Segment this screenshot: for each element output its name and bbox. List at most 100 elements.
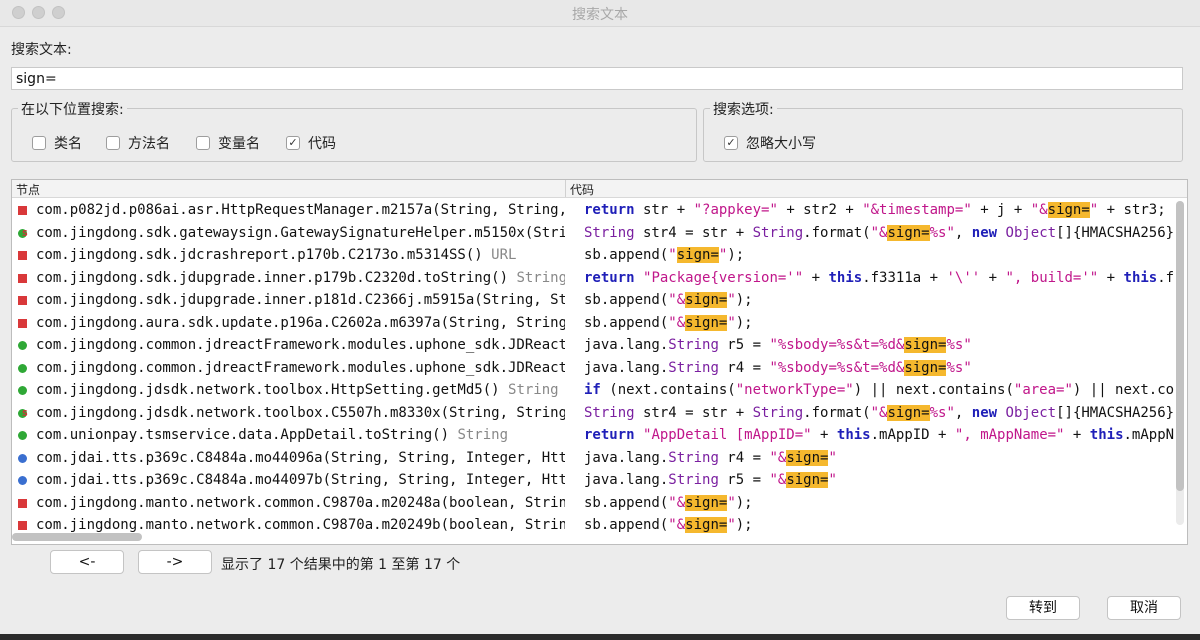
code-token: r5 = <box>718 337 770 353</box>
code-token: + <box>980 269 1006 286</box>
result-row[interactable]: com.jingdong.sdk.jdupgrade.inner.p179b.C… <box>12 267 1174 290</box>
column-header-node[interactable]: 节点 <box>16 181 40 198</box>
method-name-checkbox[interactable] <box>106 136 120 150</box>
code-token: %s" <box>946 359 972 376</box>
option-code[interactable]: ✓ 代码 <box>286 133 336 153</box>
match-highlight: sign= <box>676 247 719 263</box>
search-input[interactable] <box>11 67 1183 90</box>
result-node-text: com.jingdong.jdsdk.network.toolbox.HttpS… <box>36 382 559 398</box>
code-token: String <box>668 472 719 488</box>
code-token: "& <box>769 449 787 466</box>
horizontal-scroll-thumb[interactable] <box>12 533 142 541</box>
result-row[interactable]: com.jingdong.aura.sdk.update.p196a.C2602… <box>12 312 1172 335</box>
code-token: java.lang. <box>584 359 669 376</box>
code-token: java.lang. <box>584 449 669 466</box>
code-token: new <box>971 224 998 241</box>
code-checkbox[interactable]: ✓ <box>286 136 300 150</box>
class-name-checkbox[interactable] <box>32 136 46 150</box>
search-location-title: 在以下位置搜索: <box>18 99 127 119</box>
result-node-cell: com.jingdong.jdsdk.network.toolbox.HttpS… <box>12 379 565 402</box>
code-label: 代码 <box>308 136 336 152</box>
result-row[interactable]: com.jdai.tts.p369c.C8484a.mo44097b(Strin… <box>12 469 1172 492</box>
result-row[interactable]: com.jingdong.sdk.jdupgrade.inner.p181d.C… <box>12 289 1172 312</box>
code-token: .mAppID + <box>870 427 955 443</box>
code-token: "Package{version='" <box>643 269 804 286</box>
code-token: []{HMACSHA256}) <box>1056 404 1174 421</box>
code-token: Object <box>1005 404 1057 421</box>
code-token: sb.append( <box>584 292 669 308</box>
variable-name-checkbox[interactable] <box>196 136 210 150</box>
code-token: ); <box>735 494 753 511</box>
result-row[interactable]: com.jdai.tts.p369c.C8484a.mo44096a(Strin… <box>12 447 1172 470</box>
result-row[interactable]: com.unionpay.tsmservice.data.AppDetail.t… <box>12 424 1174 447</box>
result-code-cell: return "Package{version='" + this.f3311a… <box>584 267 1174 290</box>
match-highlight: sign= <box>786 472 829 488</box>
code-token: ); <box>727 247 745 263</box>
option-class-name[interactable]: 类名 <box>32 133 82 153</box>
code-token: "& <box>870 224 888 241</box>
result-node-text: com.jingdong.sdk.gatewaysign.GatewaySign… <box>36 224 565 241</box>
column-header-code[interactable]: 代码 <box>570 181 594 198</box>
result-row[interactable]: com.jingdong.jdsdk.network.toolbox.C5507… <box>12 402 1174 424</box>
next-page-button[interactable]: -> <box>138 550 212 574</box>
result-node-text: com.jingdong.common.jdreactFramework.mod… <box>36 359 565 376</box>
result-row[interactable]: com.jingdong.sdk.gatewaysign.GatewaySign… <box>12 222 1174 244</box>
code-token: ", mAppName=" <box>954 427 1065 443</box>
vertical-scroll-thumb[interactable] <box>1176 201 1184 491</box>
vertical-scrollbar[interactable] <box>1176 201 1184 525</box>
code-token: "& <box>1030 202 1048 218</box>
result-node-suffix: String <box>508 269 565 286</box>
code-token: ", build='" <box>1005 269 1099 286</box>
ignore-case-checkbox[interactable]: ✓ <box>724 136 738 150</box>
code-token: " <box>668 247 677 263</box>
code-token: String <box>752 404 804 421</box>
result-row[interactable]: com.jingdong.sdk.jdcrashreport.p170b.C21… <box>12 244 1172 267</box>
code-token: sb.append( <box>584 247 669 263</box>
result-node-cell: com.jingdong.common.jdreactFramework.mod… <box>12 334 565 357</box>
code-token: this <box>1123 269 1158 286</box>
match-highlight: sign= <box>904 337 947 353</box>
match-highlight: sign= <box>904 359 947 376</box>
result-row[interactable]: com.jingdong.common.jdreactFramework.mod… <box>12 334 1172 357</box>
result-row[interactable]: com.jingdong.common.jdreactFramework.mod… <box>12 357 1172 380</box>
result-node-text: com.jingdong.jdsdk.network.toolbox.C5507… <box>36 404 565 421</box>
code-token: .format( <box>803 224 871 241</box>
result-node-text: com.unionpay.tsmservice.data.AppDetail.t… <box>36 427 509 443</box>
goto-button[interactable]: 转到 <box>1006 596 1080 620</box>
result-code-cell: if (next.contains("networkType=") || nex… <box>584 379 1174 402</box>
option-ignore-case[interactable]: ✓ 忽略大小写 <box>724 133 816 153</box>
result-node-text: com.jingdong.manto.network.common.C9870a… <box>36 494 565 511</box>
result-code-cell: java.lang.String r5 = "%sbody=%s&t=%d&si… <box>584 334 1174 357</box>
cancel-button[interactable]: 取消 <box>1107 596 1181 620</box>
result-row[interactable]: com.jingdong.manto.network.common.C9870a… <box>12 492 1172 515</box>
result-node-cell: com.jingdong.sdk.jdupgrade.inner.p179b.C… <box>12 267 565 290</box>
results-table[interactable]: 节点 代码 com.p082jd.p086ai.asr.HttpRequestM… <box>11 179 1188 545</box>
match-highlight: sign= <box>887 404 930 421</box>
code-token: ) || next.con <box>1072 382 1174 398</box>
code-token: "& <box>870 404 888 421</box>
result-node-cell: com.jingdong.manto.network.common.C9870a… <box>12 492 565 515</box>
results-status: 显示了 17 个结果中的第 1 至第 17 个 <box>221 557 461 573</box>
code-token: String <box>668 449 719 466</box>
result-row[interactable]: com.jingdong.jdsdk.network.toolbox.HttpS… <box>12 379 1174 402</box>
code-token: String <box>668 337 719 353</box>
result-row[interactable]: com.jingdong.manto.network.common.C9870a… <box>12 514 1172 537</box>
result-node-suffix: String <box>449 427 509 443</box>
column-divider[interactable] <box>565 180 566 197</box>
result-row[interactable]: com.p082jd.p086ai.asr.HttpRequestManager… <box>12 199 1172 222</box>
code-token: "area=" <box>1013 382 1073 398</box>
code-token: "networkType=" <box>735 382 854 398</box>
previous-page-button[interactable]: <- <box>50 550 124 574</box>
match-highlight: sign= <box>887 224 930 241</box>
option-variable-name[interactable]: 变量名 <box>196 133 260 153</box>
code-token: .f3 <box>1157 269 1174 286</box>
code-token: %s" <box>929 224 955 241</box>
code-token: java.lang. <box>584 472 669 488</box>
dot-icon <box>18 386 27 395</box>
code-token: ); <box>735 292 753 308</box>
option-method-name[interactable]: 方法名 <box>106 133 170 153</box>
code-token: this <box>1089 427 1124 443</box>
code-token: " <box>727 314 736 331</box>
result-code-cell: return "AppDetail [mAppID=" + this.mAppI… <box>584 424 1174 447</box>
